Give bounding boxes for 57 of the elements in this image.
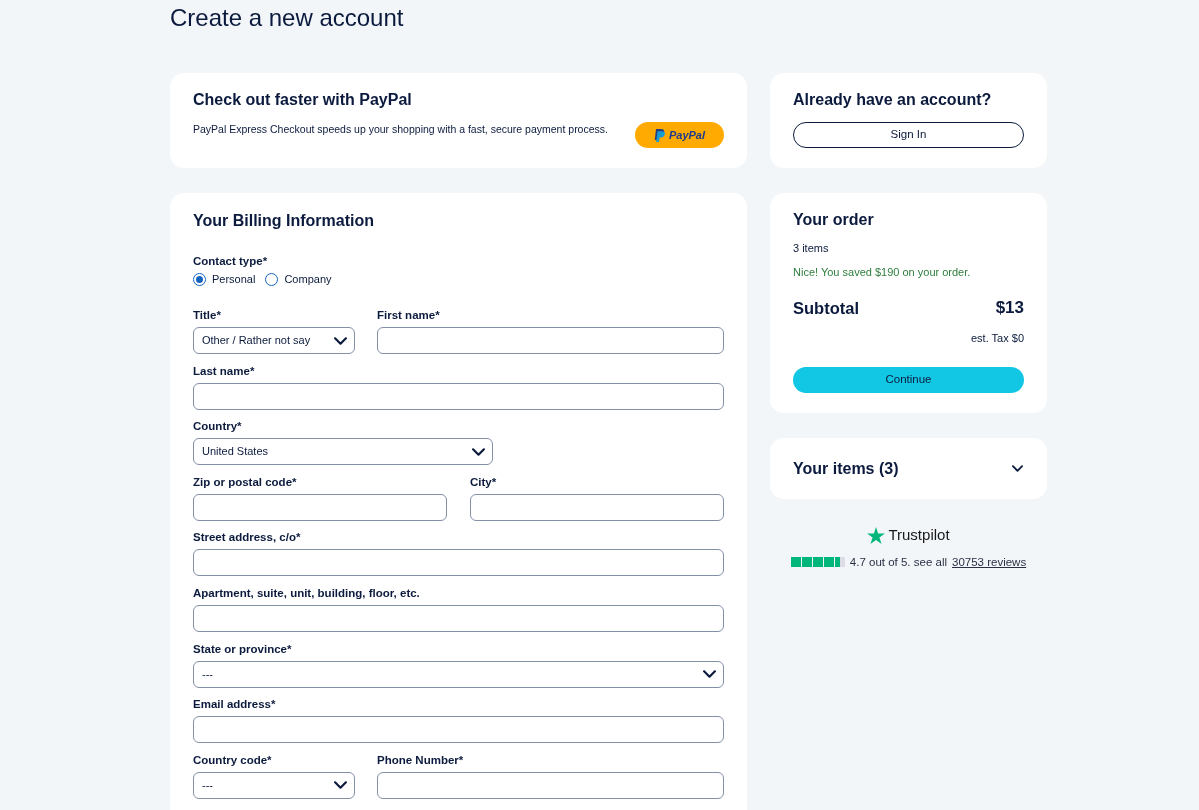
text-input[interactable] xyxy=(377,327,724,354)
star-logo-icon xyxy=(867,526,886,544)
field-label: Email address* xyxy=(193,697,276,712)
field-label: Country code* xyxy=(193,752,272,767)
p-logo-icon xyxy=(653,128,665,142)
rating-site-name: Trustpilot xyxy=(888,526,950,544)
radio-option[interactable]: Personal xyxy=(193,272,256,286)
items-accordion[interactable]: Your items (3) xyxy=(770,438,1047,499)
field-label: State or province* xyxy=(193,641,292,656)
chevron-down-icon xyxy=(334,781,347,790)
text-input[interactable] xyxy=(193,382,724,410)
field-label: Street address, c/o* xyxy=(193,530,301,545)
radio-option[interactable]: Company xyxy=(265,272,332,286)
chevron-down-icon xyxy=(472,447,485,456)
tax-estimate: est. Tax $0 xyxy=(971,331,1024,345)
chevron-down-icon xyxy=(703,670,716,679)
paypal-description: PayPal Express Checkout speeds up your shopping with a fast, secure payment process. xyxy=(193,122,608,136)
rating-tile-icon xyxy=(823,557,834,567)
select-field[interactable]: --- xyxy=(193,771,355,799)
text-input[interactable] xyxy=(377,771,724,799)
field-label: First name* xyxy=(377,308,440,322)
field-label: Last name* xyxy=(193,363,255,378)
text-input[interactable] xyxy=(193,716,724,744)
rating-text: 4.7 out of 5. see all xyxy=(849,555,947,569)
select-field[interactable]: Other / Rather not say xyxy=(193,327,355,354)
rating-tile-icon xyxy=(790,557,801,567)
item-count: 3 items xyxy=(793,241,829,255)
paypal-button[interactable]: PayPal xyxy=(635,122,724,148)
savings-message: Nice! You saved $190 on your order. xyxy=(793,265,971,279)
field-label: Title* xyxy=(193,308,221,322)
subtotal-label: Subtotal xyxy=(793,298,859,319)
rating-tile-icon xyxy=(812,557,823,567)
chevron-down-icon xyxy=(334,336,347,345)
field-label: Phone Number* xyxy=(377,752,464,767)
field-label: City* xyxy=(470,474,497,489)
field-label: Zip or postal code* xyxy=(193,474,297,489)
text-input[interactable] xyxy=(470,493,724,521)
card-heading: Already have an account? xyxy=(793,90,992,110)
sign-in-button[interactable]: Sign In xyxy=(793,122,1024,148)
continue-button[interactable]: Continue xyxy=(793,367,1024,393)
rating-tile-icon xyxy=(834,557,845,567)
card-heading: Your Billing Information xyxy=(193,211,375,231)
field-label: Contact type* xyxy=(193,254,268,268)
subtotal-amount: $13 xyxy=(995,297,1024,319)
card-heading: Your order xyxy=(793,210,874,230)
card-heading: Check out faster with PayPal xyxy=(193,90,412,110)
text-input[interactable] xyxy=(193,493,447,521)
select-field[interactable]: --- xyxy=(193,660,724,688)
text-input[interactable] xyxy=(193,549,724,577)
field-label: Country* xyxy=(193,419,242,434)
page-title: Create a new account xyxy=(170,3,404,33)
select-field[interactable]: United States xyxy=(193,438,493,466)
text-input[interactable] xyxy=(193,604,724,632)
chevron-down-icon xyxy=(1012,465,1023,472)
reviews-link[interactable]: 30753 reviews xyxy=(952,555,1027,569)
field-label: Apartment, suite, unit, building, floor, etc. xyxy=(193,585,420,600)
rating-tile-icon xyxy=(801,557,812,567)
